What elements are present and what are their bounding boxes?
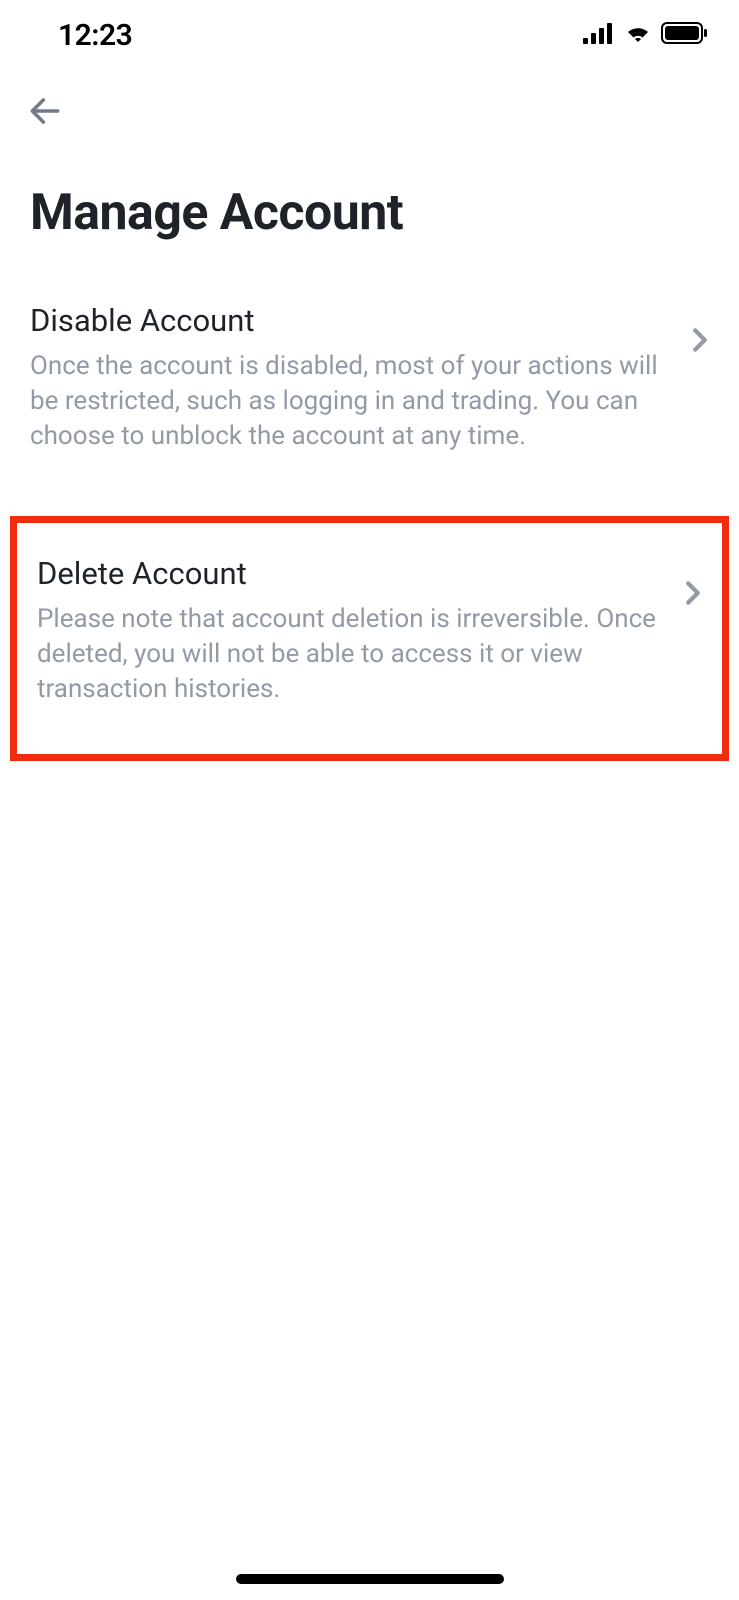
wifi-icon	[623, 22, 653, 48]
chevron-right-icon	[684, 581, 702, 609]
status-bar: 12:23	[0, 0, 739, 64]
option-delete-account[interactable]: Delete Account Please note that account …	[17, 523, 722, 753]
cellular-signal-icon	[583, 22, 615, 48]
option-disable-account[interactable]: Disable Account Once the account is disa…	[0, 268, 739, 488]
option-description: Please note that account deletion is irr…	[37, 602, 664, 707]
home-indicator[interactable]	[236, 1574, 504, 1584]
option-content: Delete Account Please note that account …	[37, 555, 664, 707]
battery-icon	[661, 21, 709, 49]
option-description: Once the account is disabled, most of yo…	[30, 349, 671, 454]
highlight-box: Delete Account Please note that account …	[10, 516, 729, 760]
option-title: Disable Account	[30, 302, 671, 339]
status-time: 12:23	[58, 18, 132, 53]
chevron-right-icon	[691, 328, 709, 356]
option-title: Delete Account	[37, 555, 664, 592]
option-content: Disable Account Once the account is disa…	[30, 302, 671, 454]
back-button[interactable]	[0, 64, 739, 134]
page-title: Manage Account	[0, 134, 739, 268]
status-icons	[583, 21, 709, 49]
arrow-left-icon	[26, 115, 64, 134]
